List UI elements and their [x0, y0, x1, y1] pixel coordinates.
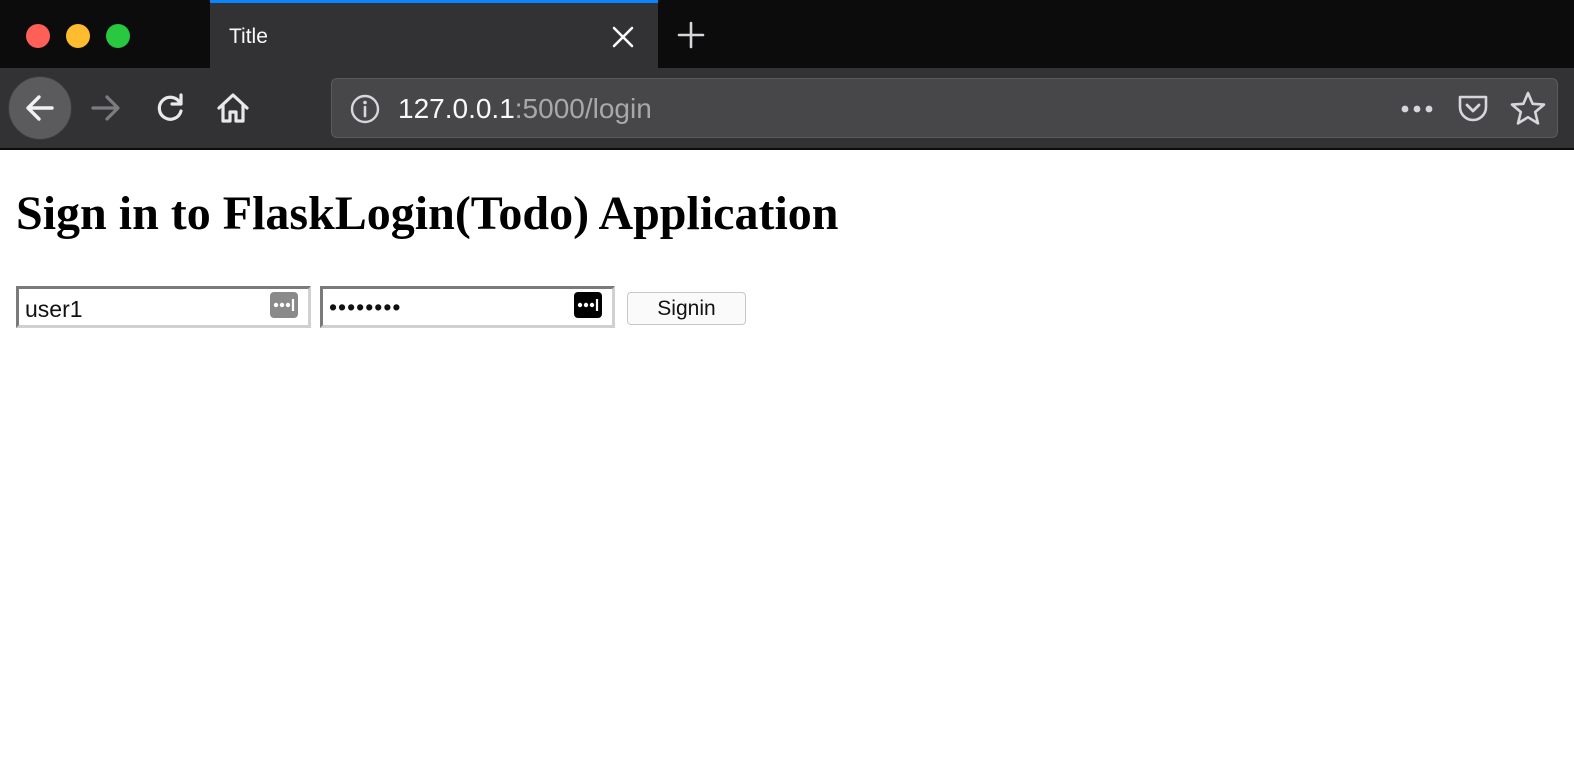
pocket-icon[interactable] — [1456, 91, 1490, 125]
tab-title: Title — [229, 25, 268, 48]
password-manager-icon-glyph — [273, 299, 295, 311]
reload-icon — [157, 93, 183, 121]
home-icon — [217, 93, 249, 123]
window-zoom-button[interactable] — [106, 24, 130, 48]
browser-nav-bar: 127.0.0.1:5000/login — [0, 68, 1574, 148]
reload-button[interactable] — [148, 86, 192, 130]
more-icon[interactable] — [1398, 95, 1436, 123]
password-value: •••••••• — [329, 294, 402, 320]
window-close-button[interactable] — [26, 24, 50, 48]
address-bar[interactable]: 127.0.0.1:5000/login — [331, 78, 1558, 138]
plus-icon[interactable] — [676, 20, 706, 50]
username-field[interactable]: user1 — [16, 286, 311, 328]
toolbar-divider — [0, 148, 1574, 150]
browser-tab[interactable]: Title — [210, 0, 658, 68]
close-icon[interactable] — [610, 24, 636, 50]
username-value: user1 — [25, 296, 83, 322]
url-host: 127.0.0.1 — [398, 93, 515, 124]
home-button[interactable] — [211, 86, 255, 130]
info-icon[interactable] — [348, 92, 382, 126]
password-manager-icon[interactable] — [574, 292, 602, 318]
password-manager-icon[interactable] — [270, 292, 298, 318]
back-button[interactable] — [8, 76, 72, 140]
url-text[interactable]: 127.0.0.1:5000/login — [398, 93, 652, 125]
password-manager-icon-glyph — [577, 299, 599, 311]
url-path: :5000/login — [514, 93, 652, 124]
arrow-left-icon — [26, 95, 54, 121]
forward-button[interactable] — [84, 86, 128, 130]
password-field[interactable]: •••••••• — [320, 286, 615, 328]
arrow-right-icon — [91, 95, 120, 121]
browser-tab-strip: Title — [0, 0, 1574, 68]
page-title: Sign in to FlaskLogin(Todo) Application — [16, 187, 839, 240]
window-minimize-button[interactable] — [66, 24, 90, 48]
signin-button[interactable]: Signin — [627, 292, 746, 325]
star-icon[interactable] — [1509, 90, 1547, 128]
